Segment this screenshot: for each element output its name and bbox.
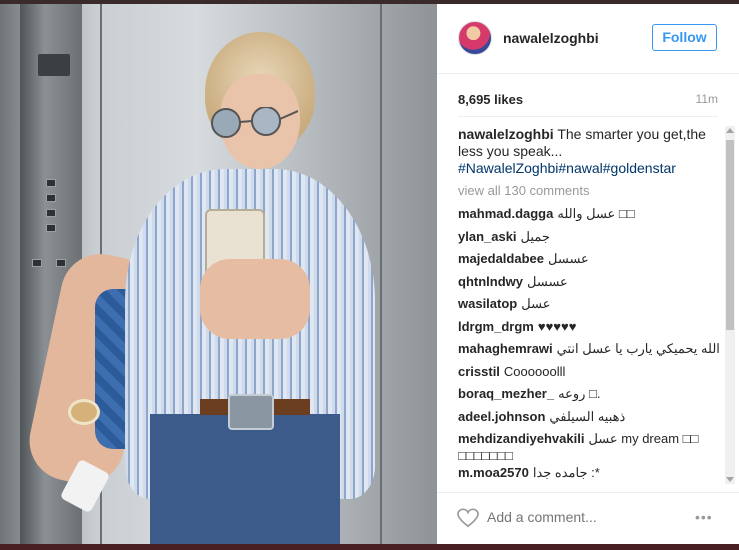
comment-text: عسل (521, 296, 551, 311)
follow-button[interactable]: Follow (652, 24, 717, 51)
more-options-icon[interactable]: ••• (695, 509, 719, 525)
comment-username[interactable]: majedaldabee (458, 251, 544, 266)
comment-username[interactable]: ylan_aski (458, 229, 517, 244)
comment-text: عسسل (527, 273, 568, 289)
elevator-button (56, 259, 66, 267)
comment-text: عسل والله □□ (557, 206, 635, 221)
comment-item: majedaldabee عسسل (458, 250, 722, 273)
comment-item: wasilatop عسل (458, 295, 722, 318)
comment-footer: ••• (437, 492, 739, 544)
elevator-display (38, 54, 70, 76)
post-header: nawalelzoghbi Follow (437, 4, 739, 74)
comment-username[interactable]: ldrgm_drgm (458, 319, 534, 334)
comment-item: ylan_aski جميل (458, 228, 722, 251)
backdrop-bottom (0, 544, 739, 550)
avatar[interactable] (458, 21, 492, 55)
comment-item: adeel.johnson ذهبيه السيلفي (458, 408, 722, 431)
scroll-down-arrow-icon[interactable] (726, 477, 734, 482)
elevator-button (46, 179, 56, 187)
comment-username[interactable]: wasilatop (458, 296, 517, 311)
comment-item: boraq_mezher_ روعه □. (458, 385, 722, 408)
comment-username[interactable]: mahmad.dagga (458, 206, 553, 221)
comments-scrollbar[interactable] (725, 126, 735, 484)
divider (458, 116, 718, 117)
comment-text: جامده جدا :* (532, 465, 600, 480)
comment-username[interactable]: adeel.johnson (458, 409, 545, 424)
comment-item: mahaghemrawi الله يحميكي يارب يا عسل انتي (458, 340, 722, 363)
door-seam (380, 4, 382, 544)
likes-count[interactable]: 8,695 likes (458, 92, 523, 107)
comment-item: mahmad.dagga عسل والله □□ (458, 205, 722, 228)
comment-item: m.moa2570 جامده جدا :* (458, 464, 722, 484)
comment-item: qhtnlndwy عسسل (458, 273, 722, 296)
comment-item: crisstil Coooooolll (458, 363, 722, 386)
comment-text: ♥♥♥♥♥ (537, 318, 577, 334)
comment-text: عسسل (548, 251, 589, 266)
caption-hashtags[interactable]: #NawalelZoghbi#nawal#goldenstar (458, 160, 722, 177)
comment-username[interactable]: mahaghemrawi (458, 341, 553, 356)
heart-icon[interactable] (457, 508, 479, 528)
elevator-button (32, 259, 42, 267)
view-all-comments-link[interactable]: view all 130 comments (458, 183, 722, 198)
comment-username[interactable]: crisstil (458, 364, 500, 379)
comment-username[interactable]: mehdizandiyehvakili (458, 431, 584, 446)
post-photo[interactable] (0, 4, 437, 544)
scroll-up-arrow-icon[interactable] (726, 128, 734, 133)
comment-username[interactable]: m.moa2570 (458, 465, 529, 480)
elevator-button (46, 209, 56, 217)
comment-text: الله يحميكي يارب يا عسل انتي (556, 341, 720, 356)
comments-list: nawalelzoghbi The smarter you get,the le… (458, 126, 722, 484)
likes-row: 8,695 likes 11m (458, 92, 718, 110)
comment-text: روعه □. (558, 386, 601, 401)
belt-buckle (228, 394, 274, 430)
comment-username[interactable]: qhtnlndwy (458, 274, 523, 289)
elevator-button (46, 194, 56, 202)
comment-username[interactable]: boraq_mezher_ (458, 386, 554, 401)
elevator-button (46, 224, 56, 232)
scroll-thumb[interactable] (726, 140, 734, 330)
comment-text: Coooooolll (503, 363, 566, 379)
post-time[interactable]: 11m (696, 92, 718, 106)
add-comment-input[interactable] (487, 503, 687, 531)
comment-item: ldrgm_drgm ♥♥♥♥♥ (458, 318, 722, 341)
wristwatch (68, 399, 100, 425)
comment-text: ذهبيه السيلفي (549, 408, 626, 424)
username-link[interactable]: nawalelzoghbi (503, 30, 599, 46)
comment-item: mehdizandiyehvakili عسل my dream □□ □□□□□… (458, 430, 722, 464)
person-jeans (150, 414, 340, 544)
sunglasses (211, 107, 298, 138)
caption-username[interactable]: nawalelzoghbi (458, 126, 554, 142)
post-details-panel: nawalelzoghbi Follow 8,695 likes 11m naw… (437, 4, 739, 544)
comment-text: جميل (520, 228, 550, 244)
caption: nawalelzoghbi The smarter you get,the le… (458, 126, 722, 177)
person-hand (200, 259, 310, 339)
